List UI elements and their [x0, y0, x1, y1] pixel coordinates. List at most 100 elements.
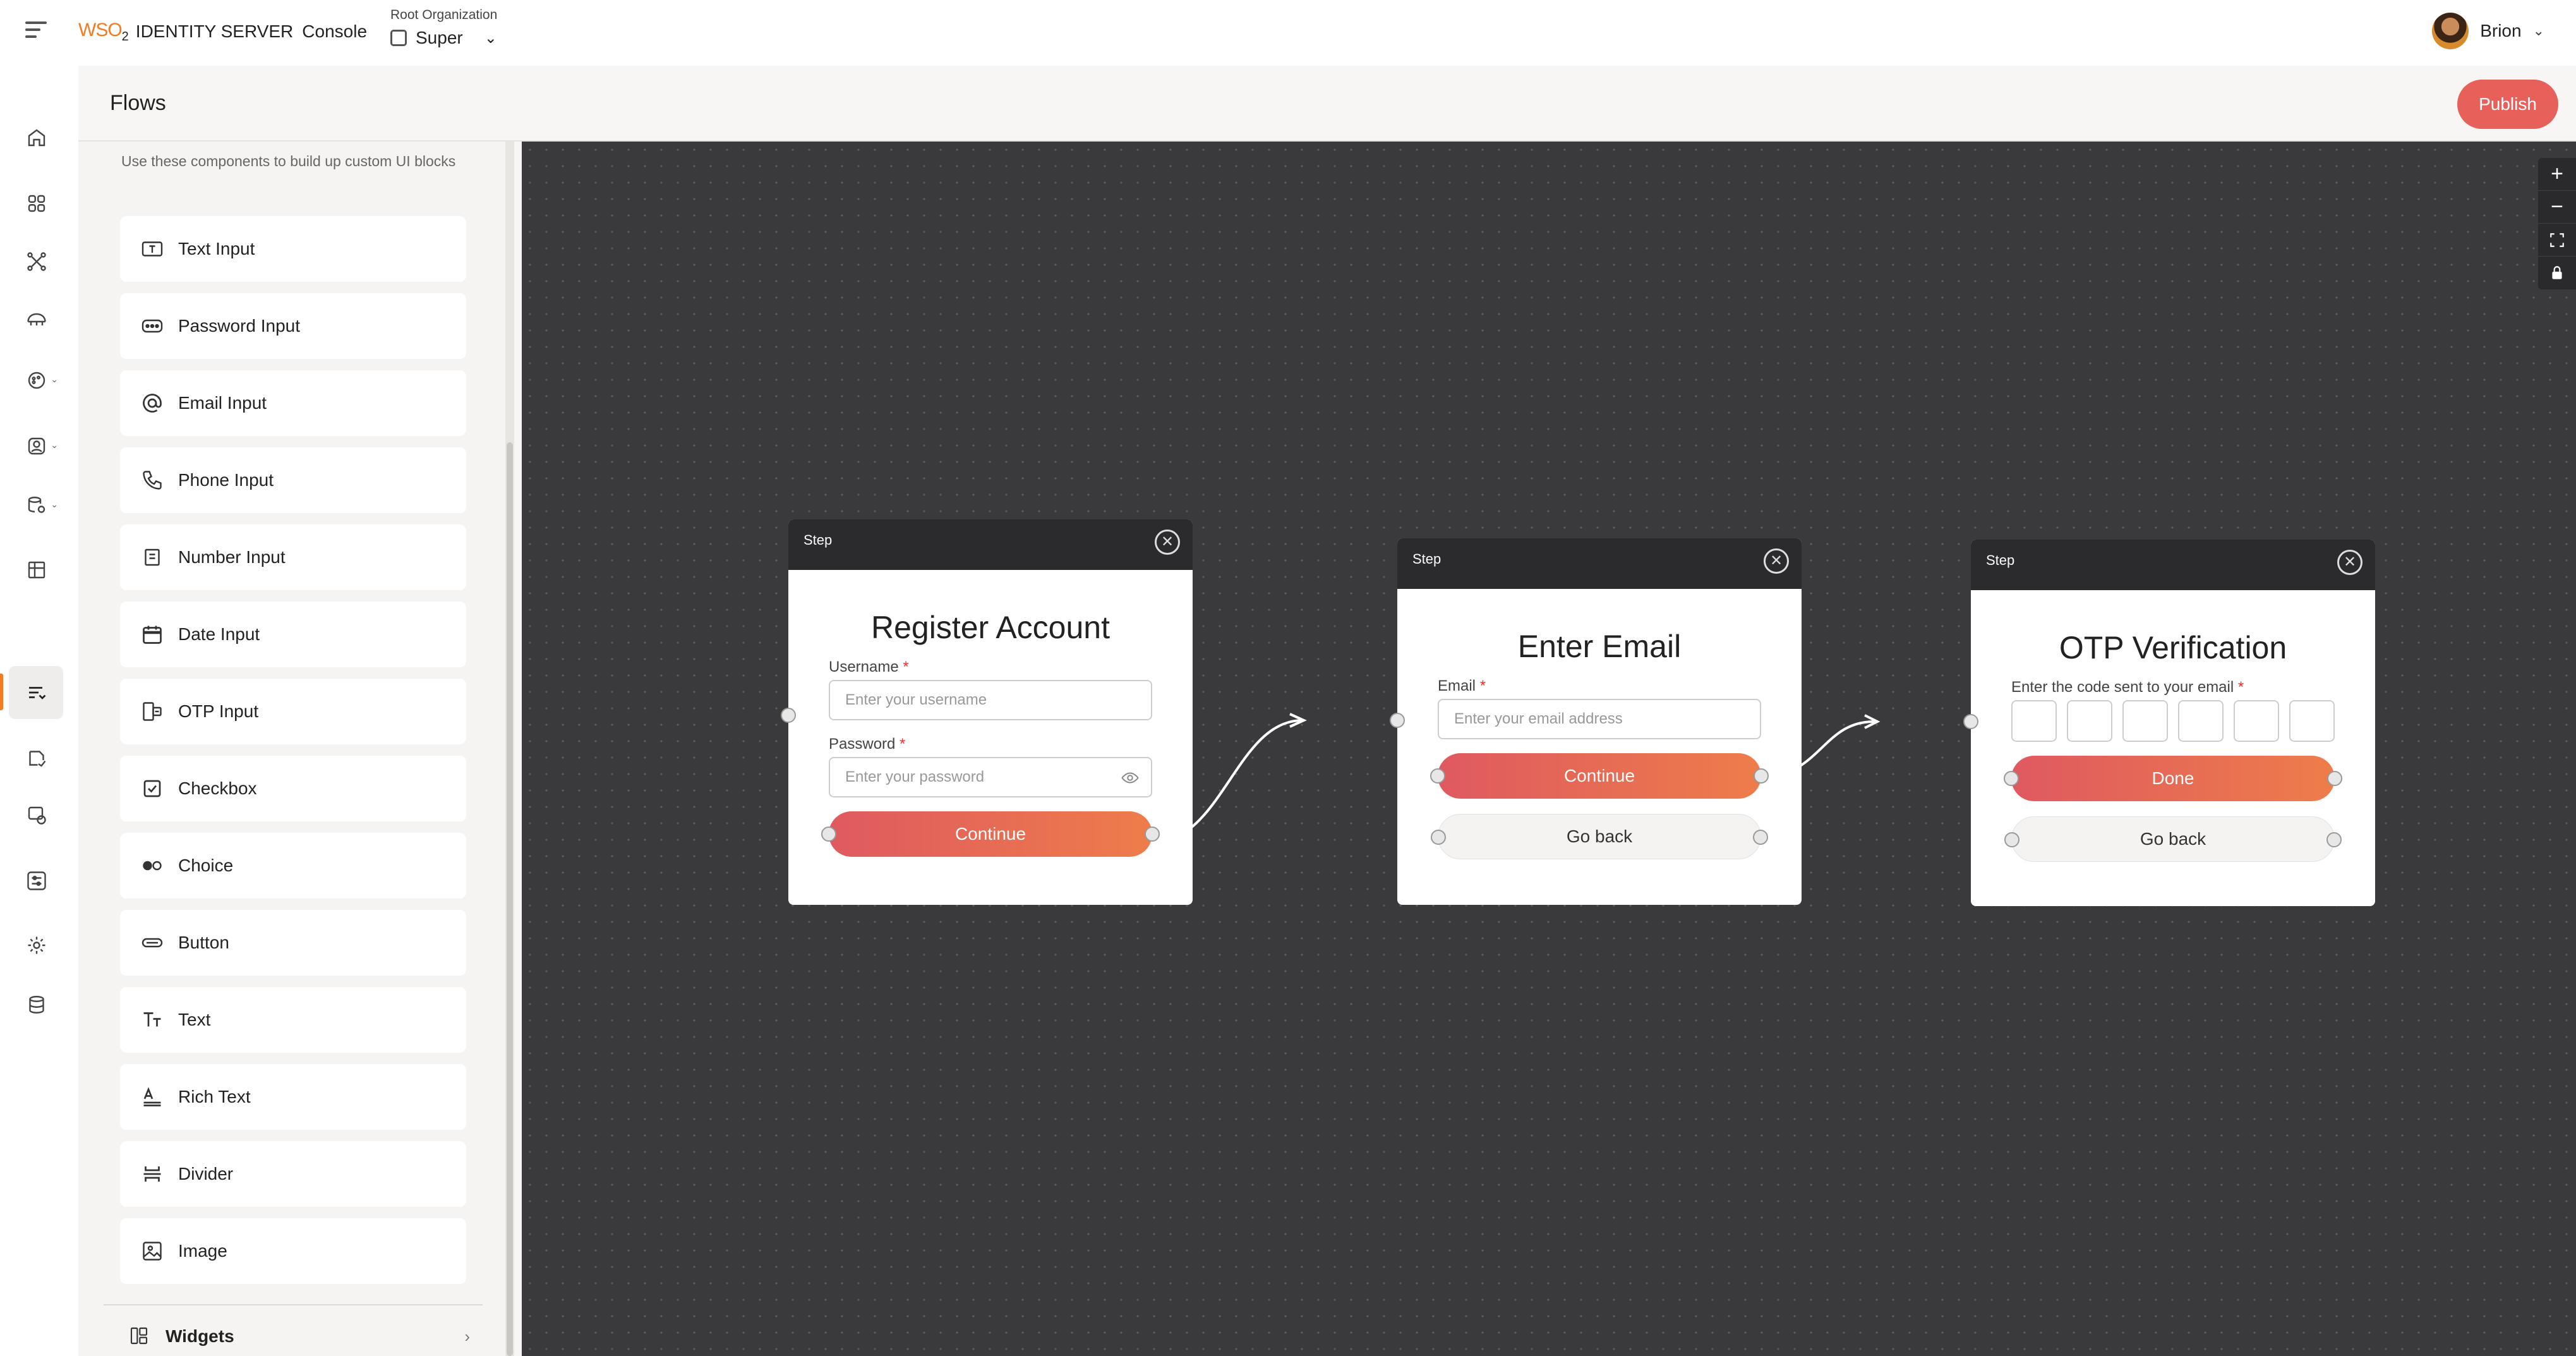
- actions-icon[interactable]: [24, 802, 49, 828]
- api-resources-icon[interactable]: [24, 307, 49, 332]
- panel-description: Use these components to build up custom …: [121, 153, 456, 169]
- flow-canvas[interactable]: + − Step ✕ Register Account Username * E…: [522, 142, 2576, 1356]
- menu-icon[interactable]: [25, 21, 47, 40]
- component-divider[interactable]: Divider: [120, 1141, 466, 1207]
- org-selected: Super: [416, 28, 463, 47]
- step-header: Step ✕: [1397, 538, 1802, 589]
- field-label: Password *: [829, 736, 906, 753]
- step-title: OTP Verification: [2059, 630, 2287, 665]
- component-email-input[interactable]: Email Input: [120, 370, 466, 436]
- button-input-handle[interactable]: [821, 826, 836, 842]
- user-attributes-icon[interactable]: ⌄: [24, 493, 58, 518]
- app-logo[interactable]: WSO2 IDENTITY SERVER Console: [78, 18, 367, 45]
- component-number-input[interactable]: Number Input: [120, 524, 466, 590]
- go-back-button[interactable]: Go back: [1431, 814, 1768, 859]
- org-switcher[interactable]: Super ⌄: [390, 28, 497, 48]
- button-input-handle[interactable]: [2004, 771, 2019, 786]
- username-input[interactable]: Enter your username: [829, 680, 1152, 720]
- branding-icon[interactable]: ⌄: [24, 368, 58, 393]
- calendar-icon: [140, 622, 164, 646]
- user-management-icon[interactable]: ⌄: [24, 433, 58, 459]
- component-image[interactable]: Image: [120, 1218, 466, 1284]
- side-nav: ⌄ ⌄ ⌄: [0, 66, 78, 1356]
- otp-digit-box[interactable]: [2011, 700, 2057, 742]
- brand-logo: WSO2: [78, 19, 129, 44]
- component-password-input[interactable]: Password Input: [120, 293, 466, 359]
- field-label: Email *: [1438, 677, 1486, 694]
- component-button[interactable]: Button: [120, 910, 466, 976]
- close-icon[interactable]: ✕: [1155, 530, 1180, 555]
- button-icon: [140, 931, 164, 955]
- widgets-section[interactable]: Widgets ›: [129, 1326, 470, 1347]
- field-label: Enter the code sent to your email *: [2011, 679, 2244, 696]
- close-icon[interactable]: ✕: [2337, 550, 2362, 575]
- step-node-otp[interactable]: Step ✕ OTP Verification Enter the code s…: [1963, 540, 2375, 906]
- rich-text-icon: [140, 1085, 164, 1109]
- button-output-handle[interactable]: [1753, 830, 1768, 845]
- continue-button[interactable]: Continue: [1430, 753, 1769, 799]
- button-output-handle[interactable]: [2327, 771, 2342, 786]
- eye-icon: [1121, 772, 1139, 784]
- workflows-icon[interactable]: [24, 868, 49, 893]
- panel-divider: [104, 1304, 483, 1305]
- component-date-input[interactable]: Date Input: [120, 602, 466, 667]
- component-choice[interactable]: Choice: [120, 833, 466, 899]
- done-button[interactable]: Done: [2004, 756, 2342, 801]
- page-header: Flows Publish: [78, 66, 2576, 142]
- organizations-icon[interactable]: [24, 557, 49, 583]
- chevron-down-icon: ⌄: [484, 29, 497, 47]
- applications-icon[interactable]: [24, 191, 49, 216]
- step-node-email[interactable]: Step ✕ Enter Email Email * Enter your em…: [1390, 538, 1802, 905]
- component-checkbox[interactable]: Checkbox: [120, 756, 466, 821]
- database-icon[interactable]: [24, 992, 49, 1017]
- otp-input-icon: [140, 699, 164, 723]
- button-output-handle[interactable]: [1754, 768, 1769, 784]
- login-security-icon[interactable]: [24, 746, 49, 771]
- panel-scrollbar-thumb[interactable]: [507, 442, 513, 1356]
- otp-digit-box[interactable]: [2067, 700, 2112, 742]
- button-input-handle[interactable]: [1431, 830, 1446, 845]
- text-icon: [140, 1008, 164, 1032]
- step-header: Step ✕: [788, 519, 1193, 570]
- product-name: IDENTITY SERVER: [135, 21, 294, 41]
- home-icon[interactable]: [24, 125, 49, 150]
- password-input[interactable]: Enter your password: [829, 757, 1152, 797]
- component-rich-text[interactable]: Rich Text: [120, 1064, 466, 1130]
- close-icon[interactable]: ✕: [1764, 548, 1789, 574]
- button-output-handle[interactable]: [1145, 826, 1160, 842]
- nav-active-indicator: [0, 674, 3, 710]
- step-title: Enter Email: [1517, 629, 1682, 664]
- image-icon: [140, 1239, 164, 1263]
- otp-input[interactable]: [2011, 700, 2335, 742]
- flows-icon[interactable]: [24, 680, 49, 705]
- button-input-handle[interactable]: [1430, 768, 1445, 784]
- email-input-icon: [140, 391, 164, 415]
- component-phone-input[interactable]: Phone Input: [120, 447, 466, 513]
- component-text[interactable]: Text: [120, 987, 466, 1053]
- otp-digit-box[interactable]: [2234, 700, 2279, 742]
- settings-icon[interactable]: [24, 933, 49, 958]
- button-output-handle[interactable]: [2326, 832, 2342, 847]
- user-menu[interactable]: Brion ⌄: [2432, 13, 2544, 49]
- continue-button[interactable]: Continue: [821, 811, 1160, 857]
- choice-icon: [140, 854, 164, 878]
- checkbox-icon: [140, 777, 164, 801]
- field-label: Username *: [829, 658, 909, 675]
- go-back-button[interactable]: Go back: [2004, 816, 2342, 862]
- phone-input-icon: [140, 468, 164, 492]
- divider-icon: [140, 1162, 164, 1186]
- otp-digit-box[interactable]: [2289, 700, 2335, 742]
- component-text-input[interactable]: Text Input: [120, 216, 466, 282]
- org-label: Root Organization: [390, 8, 498, 22]
- chevron-down-icon: ⌄: [2532, 23, 2544, 39]
- step-node-register[interactable]: Step ✕ Register Account Username * Enter…: [781, 519, 1193, 905]
- component-otp-input[interactable]: OTP Input: [120, 679, 466, 744]
- publish-button[interactable]: Publish: [2457, 80, 2558, 129]
- connections-icon[interactable]: [24, 249, 49, 274]
- widgets-icon: [129, 1326, 150, 1347]
- email-input[interactable]: Enter your email address: [1438, 699, 1761, 739]
- otp-digit-box[interactable]: [2178, 700, 2224, 742]
- button-input-handle[interactable]: [2004, 832, 2019, 847]
- top-bar: WSO2 IDENTITY SERVER Console Root Organi…: [0, 0, 2576, 66]
- otp-digit-box[interactable]: [2122, 700, 2168, 742]
